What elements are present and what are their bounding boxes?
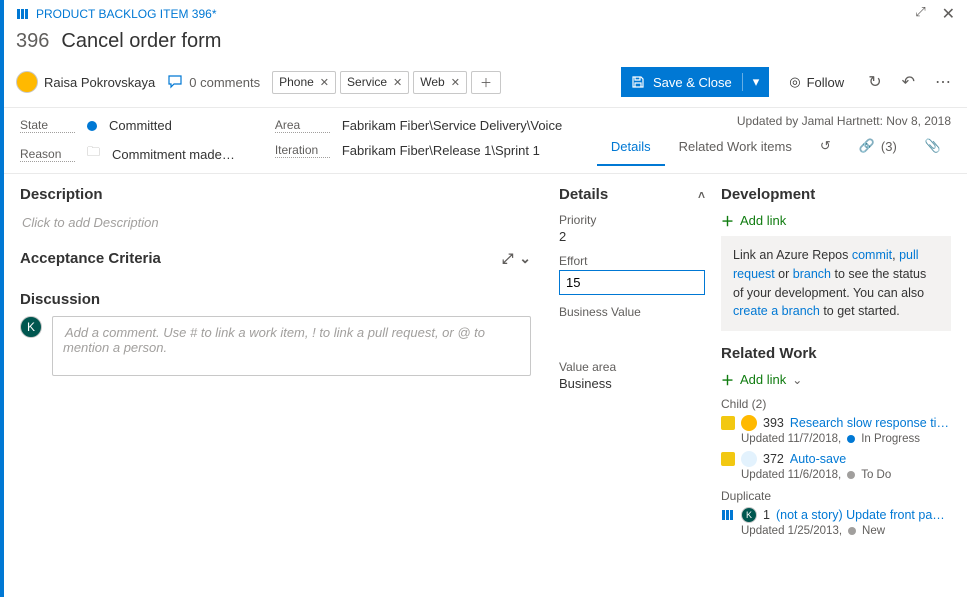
history-icon: ↺ bbox=[820, 138, 831, 154]
tag-service[interactable]: Service✕ bbox=[340, 71, 409, 94]
value-area-label: Value area bbox=[559, 360, 705, 374]
pbi-icon bbox=[721, 452, 735, 466]
link-create-branch[interactable]: create a branch bbox=[733, 304, 820, 318]
state-label: State bbox=[20, 118, 75, 133]
related-work-heading: Related Work bbox=[721, 345, 951, 362]
tag-remove-icon[interactable]: ✕ bbox=[393, 76, 402, 89]
comment-icon bbox=[167, 74, 183, 90]
assignee-name: Raisa Pokrovskaya bbox=[44, 75, 155, 90]
related-add-link[interactable]: ＋Add link⌄ bbox=[721, 370, 951, 389]
state-dot bbox=[87, 121, 97, 131]
business-value-label: Business Value bbox=[559, 305, 705, 319]
development-heading: Development bbox=[721, 186, 951, 203]
tag-web[interactable]: Web✕ bbox=[413, 71, 467, 94]
pbi-icon bbox=[721, 508, 735, 522]
chevron-down-icon[interactable]: ⌄ bbox=[519, 250, 531, 267]
current-user-avatar: K bbox=[20, 316, 42, 338]
comments-count: 0 comments bbox=[189, 75, 260, 90]
discussion-input[interactable]: Add a comment. Use # to link a work item… bbox=[52, 316, 531, 376]
iteration-value[interactable]: Fabrikam Fiber\Release 1\Sprint 1 bbox=[342, 143, 540, 158]
avatar bbox=[741, 415, 757, 431]
tab-details[interactable]: Details bbox=[597, 128, 665, 166]
comments-button[interactable]: 0 comments bbox=[167, 74, 260, 90]
breadcrumb-text: PRODUCT BACKLOG ITEM 396* bbox=[36, 7, 217, 21]
child-group-heading: Child (2) bbox=[721, 397, 951, 411]
undo-icon[interactable]: ↶ bbox=[898, 72, 919, 92]
tab-history[interactable]: ↺ bbox=[806, 128, 845, 166]
development-info: Link an Azure Repos commit, pull request… bbox=[721, 236, 951, 331]
state-value[interactable]: Committed bbox=[109, 118, 172, 133]
chevron-up-icon[interactable]: ˄ bbox=[698, 188, 705, 202]
save-label: Save & Close bbox=[653, 75, 732, 90]
details-heading: Details˄ bbox=[559, 186, 705, 203]
area-label: Area bbox=[275, 118, 330, 133]
value-area-value[interactable]: Business bbox=[559, 376, 705, 391]
close-icon[interactable]: ✕ bbox=[942, 4, 955, 24]
tab-related[interactable]: Related Work items bbox=[665, 128, 806, 166]
refresh-icon[interactable]: ↻ bbox=[864, 72, 885, 92]
avatar: K bbox=[741, 507, 757, 523]
iteration-label: Iteration bbox=[275, 143, 330, 158]
pbi-icon bbox=[721, 416, 735, 430]
tab-attachments[interactable]: 📎 bbox=[911, 128, 955, 166]
follow-icon: ◎ bbox=[789, 74, 800, 90]
priority-label: Priority bbox=[559, 213, 705, 227]
work-item-title[interactable]: Cancel order form bbox=[61, 30, 221, 53]
save-close-button[interactable]: Save & Close ▾ bbox=[621, 67, 769, 97]
related-item-sub: Updated 11/7/2018,In Progress bbox=[721, 433, 951, 445]
reason-value[interactable]: Commitment made… bbox=[112, 147, 235, 162]
description-field[interactable]: Click to add Description bbox=[20, 211, 531, 234]
follow-label: Follow bbox=[807, 75, 845, 90]
chevron-down-icon: ⌄ bbox=[792, 373, 802, 387]
tag-remove-icon[interactable]: ✕ bbox=[451, 76, 460, 89]
dev-add-link[interactable]: ＋Add link bbox=[721, 211, 951, 230]
duplicate-group-heading: Duplicate bbox=[721, 489, 951, 503]
avatar bbox=[16, 71, 38, 93]
chevron-down-icon[interactable]: ▾ bbox=[753, 74, 760, 90]
related-item[interactable]: 372 Auto-save bbox=[721, 451, 951, 467]
more-actions-icon[interactable]: ⋯ bbox=[931, 72, 955, 92]
discussion-heading: Discussion bbox=[20, 291, 531, 308]
attachment-icon: 📎 bbox=[925, 138, 941, 154]
breadcrumb[interactable]: PRODUCT BACKLOG ITEM 396* bbox=[16, 7, 217, 21]
tab-links[interactable]: 🔗(3) bbox=[845, 128, 911, 166]
business-value-value[interactable] bbox=[559, 321, 705, 336]
pbi-icon bbox=[16, 7, 30, 21]
assignee-picker[interactable]: Raisa Pokrovskaya bbox=[16, 71, 155, 93]
add-tag-button[interactable]: ＋ bbox=[471, 71, 501, 94]
priority-value[interactable]: 2 bbox=[559, 229, 705, 244]
save-icon bbox=[631, 75, 645, 89]
lock-icon: 🗀 bbox=[87, 143, 100, 165]
collapse-icon[interactable]: ⤢ bbox=[915, 4, 925, 24]
work-item-id: 396 bbox=[16, 30, 49, 53]
effort-label: Effort bbox=[559, 254, 705, 268]
related-item-sub: Updated 11/6/2018,To Do bbox=[721, 469, 951, 481]
effort-input[interactable] bbox=[559, 270, 705, 295]
acceptance-heading: Acceptance Criteria ⤢⌄ bbox=[20, 250, 531, 267]
link-icon: 🔗 bbox=[859, 138, 875, 154]
tag-phone[interactable]: Phone✕ bbox=[272, 71, 336, 94]
expand-icon[interactable]: ⤢ bbox=[502, 250, 513, 267]
related-item[interactable]: 393 Research slow response ti… bbox=[721, 415, 951, 431]
related-item[interactable]: K 1 (not a story) Update front pa… bbox=[721, 507, 951, 523]
link-branch[interactable]: branch bbox=[793, 267, 831, 281]
avatar bbox=[741, 451, 757, 467]
reason-label: Reason bbox=[20, 147, 75, 162]
link-commit[interactable]: commit bbox=[852, 248, 892, 262]
tag-remove-icon[interactable]: ✕ bbox=[320, 76, 329, 89]
follow-button[interactable]: ◎ Follow bbox=[781, 74, 852, 90]
related-item-sub: Updated 1/25/2013,New bbox=[721, 525, 951, 537]
area-value[interactable]: Fabrikam Fiber\Service Delivery\Voice bbox=[342, 118, 562, 133]
updated-by-line: Updated by Jamal Hartnett: Nov 8, 2018 bbox=[597, 108, 967, 128]
description-heading: Description bbox=[20, 186, 531, 203]
